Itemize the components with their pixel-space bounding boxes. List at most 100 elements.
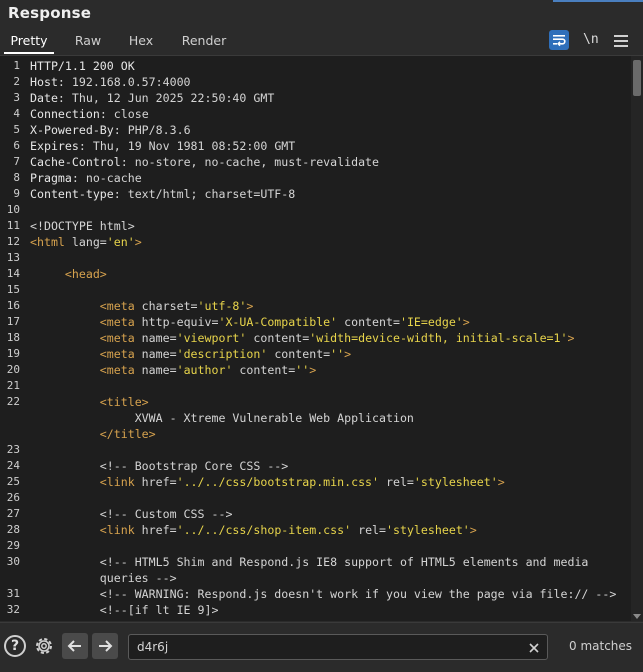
line-number: 7 xyxy=(13,155,20,168)
tab-raw[interactable]: Raw xyxy=(70,30,106,54)
token: : Thu, 12 Jun 2025 22:50:40 GMT xyxy=(57,91,275,105)
token: content= xyxy=(337,315,400,329)
line-content: <meta name='description' content=''> xyxy=(30,346,351,362)
line-number: 17 xyxy=(6,315,20,328)
line-number: 16 xyxy=(6,299,20,312)
line-number: 26 xyxy=(6,491,20,504)
token: <meta xyxy=(30,347,135,361)
code-line: 32 <!--[if lt IE 9]> xyxy=(0,602,630,618)
token: Host xyxy=(30,75,58,89)
code-line: </title> xyxy=(0,426,630,442)
code-line: 17 <meta http-equiv='X-UA-Compatible' co… xyxy=(0,314,630,330)
word-wrap-icon xyxy=(553,35,566,47)
code-line: 21 xyxy=(0,378,630,394)
code-line: queries --> xyxy=(0,570,630,586)
line-content: <!-- Bootstrap Core CSS --> xyxy=(30,458,288,474)
code-line: 25 <link href='../../css/bootstrap.min.c… xyxy=(0,474,630,490)
line-number: 31 xyxy=(6,587,20,600)
code-line: 27 <!-- Custom CSS --> xyxy=(0,506,630,522)
line-number: 13 xyxy=(6,251,20,264)
code-line: 18 <meta name='viewport' content='width=… xyxy=(0,330,630,346)
token: 'X-UA-Compatible' xyxy=(218,315,338,329)
settings-gear-icon[interactable] xyxy=(33,635,55,657)
token: : text/html; charset=UTF-8 xyxy=(113,187,296,201)
line-content: Host: 192.168.0.57:4000 xyxy=(30,74,191,90)
token: '' xyxy=(330,347,345,361)
token: > xyxy=(309,363,317,377)
top-accent-line xyxy=(553,0,643,2)
line-number: 22 xyxy=(6,395,20,408)
previous-match-button[interactable] xyxy=(62,633,88,659)
token: href= xyxy=(134,475,177,489)
line-number: 18 xyxy=(6,331,20,344)
line-content: <!-- Custom CSS --> xyxy=(30,506,233,522)
line-content: Cache-Control: no-store, no-cache, must-… xyxy=(30,154,379,170)
token: Expires xyxy=(30,139,79,153)
line-number: 14 xyxy=(6,267,20,280)
token: <!-- WARNING: Respond.js doesn't work if… xyxy=(30,587,617,601)
token: <!--[if lt IE 9]> xyxy=(30,603,219,617)
token: rel= xyxy=(351,523,387,537)
vertical-scrollbar[interactable] xyxy=(631,56,643,621)
token: 'en' xyxy=(106,235,135,249)
code-line: 12 <html lang='en'> xyxy=(0,234,630,250)
token: Cache-Control xyxy=(30,155,121,169)
token: </title> xyxy=(30,427,156,441)
line-content: <meta name='author' content=''> xyxy=(30,362,316,378)
tab-pretty[interactable]: Pretty xyxy=(4,30,54,54)
token: : Thu, 19 Nov 1981 08:52:00 GMT xyxy=(78,139,296,153)
line-content: </title> xyxy=(30,426,156,442)
line-number: 12 xyxy=(6,235,20,248)
next-match-button[interactable] xyxy=(92,633,118,659)
token: Content-type xyxy=(30,187,114,201)
code-line: 10 xyxy=(0,202,630,218)
token: > xyxy=(246,299,254,313)
line-number: 9 xyxy=(13,187,20,200)
token: > xyxy=(134,235,142,249)
line-content: HTTP/1.1 200 OK xyxy=(30,58,135,74)
line-content: <link href='../../css/bootstrap.min.css'… xyxy=(30,474,505,490)
code-line: 13 xyxy=(0,250,630,266)
code-line: 5 X-Powered-By: PHP/8.3.6 xyxy=(0,122,630,138)
code-line: XVWA - Xtreme Vulnerable Web Application xyxy=(0,410,630,426)
line-content: Pragma: no-cache xyxy=(30,170,142,186)
code-line: 16 <meta charset='utf-8'> xyxy=(0,298,630,314)
token: rel= xyxy=(379,475,414,489)
tab-hex[interactable]: Hex xyxy=(124,30,158,54)
line-number: 20 xyxy=(6,363,20,376)
token: : 192.168.0.57:4000 xyxy=(57,75,191,89)
token: > xyxy=(567,331,575,345)
match-count: 0 matches xyxy=(569,639,633,653)
line-content: Expires: Thu, 19 Nov 1981 08:52:00 GMT xyxy=(30,138,295,154)
line-number: 28 xyxy=(6,523,20,536)
token: > xyxy=(344,347,352,361)
search-input[interactable] xyxy=(137,638,517,656)
search-box xyxy=(128,634,548,660)
line-content: Content-type: text/html; charset=UTF-8 xyxy=(30,186,295,202)
token: http-equiv= xyxy=(134,315,219,329)
word-wrap-button[interactable] xyxy=(549,30,569,50)
token: <meta xyxy=(30,331,135,345)
token: <!-- Bootstrap Core CSS --> xyxy=(30,459,289,473)
help-icon[interactable]: ? xyxy=(4,635,26,657)
line-content: queries --> xyxy=(30,570,177,586)
tab-render[interactable]: Render xyxy=(176,30,232,54)
token: Pragma xyxy=(30,171,72,185)
token: content= xyxy=(267,347,331,361)
show-newlines-button[interactable]: \n xyxy=(583,30,601,50)
line-content: <title> xyxy=(30,394,149,410)
token: 'width=device-width, initial-scale=1' xyxy=(309,331,568,345)
hamburger-menu-icon[interactable] xyxy=(614,30,628,50)
line-number: 21 xyxy=(6,379,20,392)
scrollbar-thumb[interactable] xyxy=(633,60,641,96)
response-editor[interactable]: 1 HTTP/1.1 200 OK 2 Host: 192.168.0.57:4000… xyxy=(0,55,643,621)
code-line: 24 <!-- Bootstrap Core CSS --> xyxy=(0,458,630,474)
scroll-down-arrow-icon[interactable] xyxy=(633,614,641,619)
token: 'viewport' xyxy=(176,331,247,345)
code-line: 11 <!DOCTYPE html> xyxy=(0,218,630,234)
clear-search-icon[interactable] xyxy=(527,640,541,654)
token: : close xyxy=(99,107,149,121)
token: : no-cache xyxy=(71,171,142,185)
line-number: 30 xyxy=(6,555,20,568)
arrow-left-icon xyxy=(67,640,81,652)
